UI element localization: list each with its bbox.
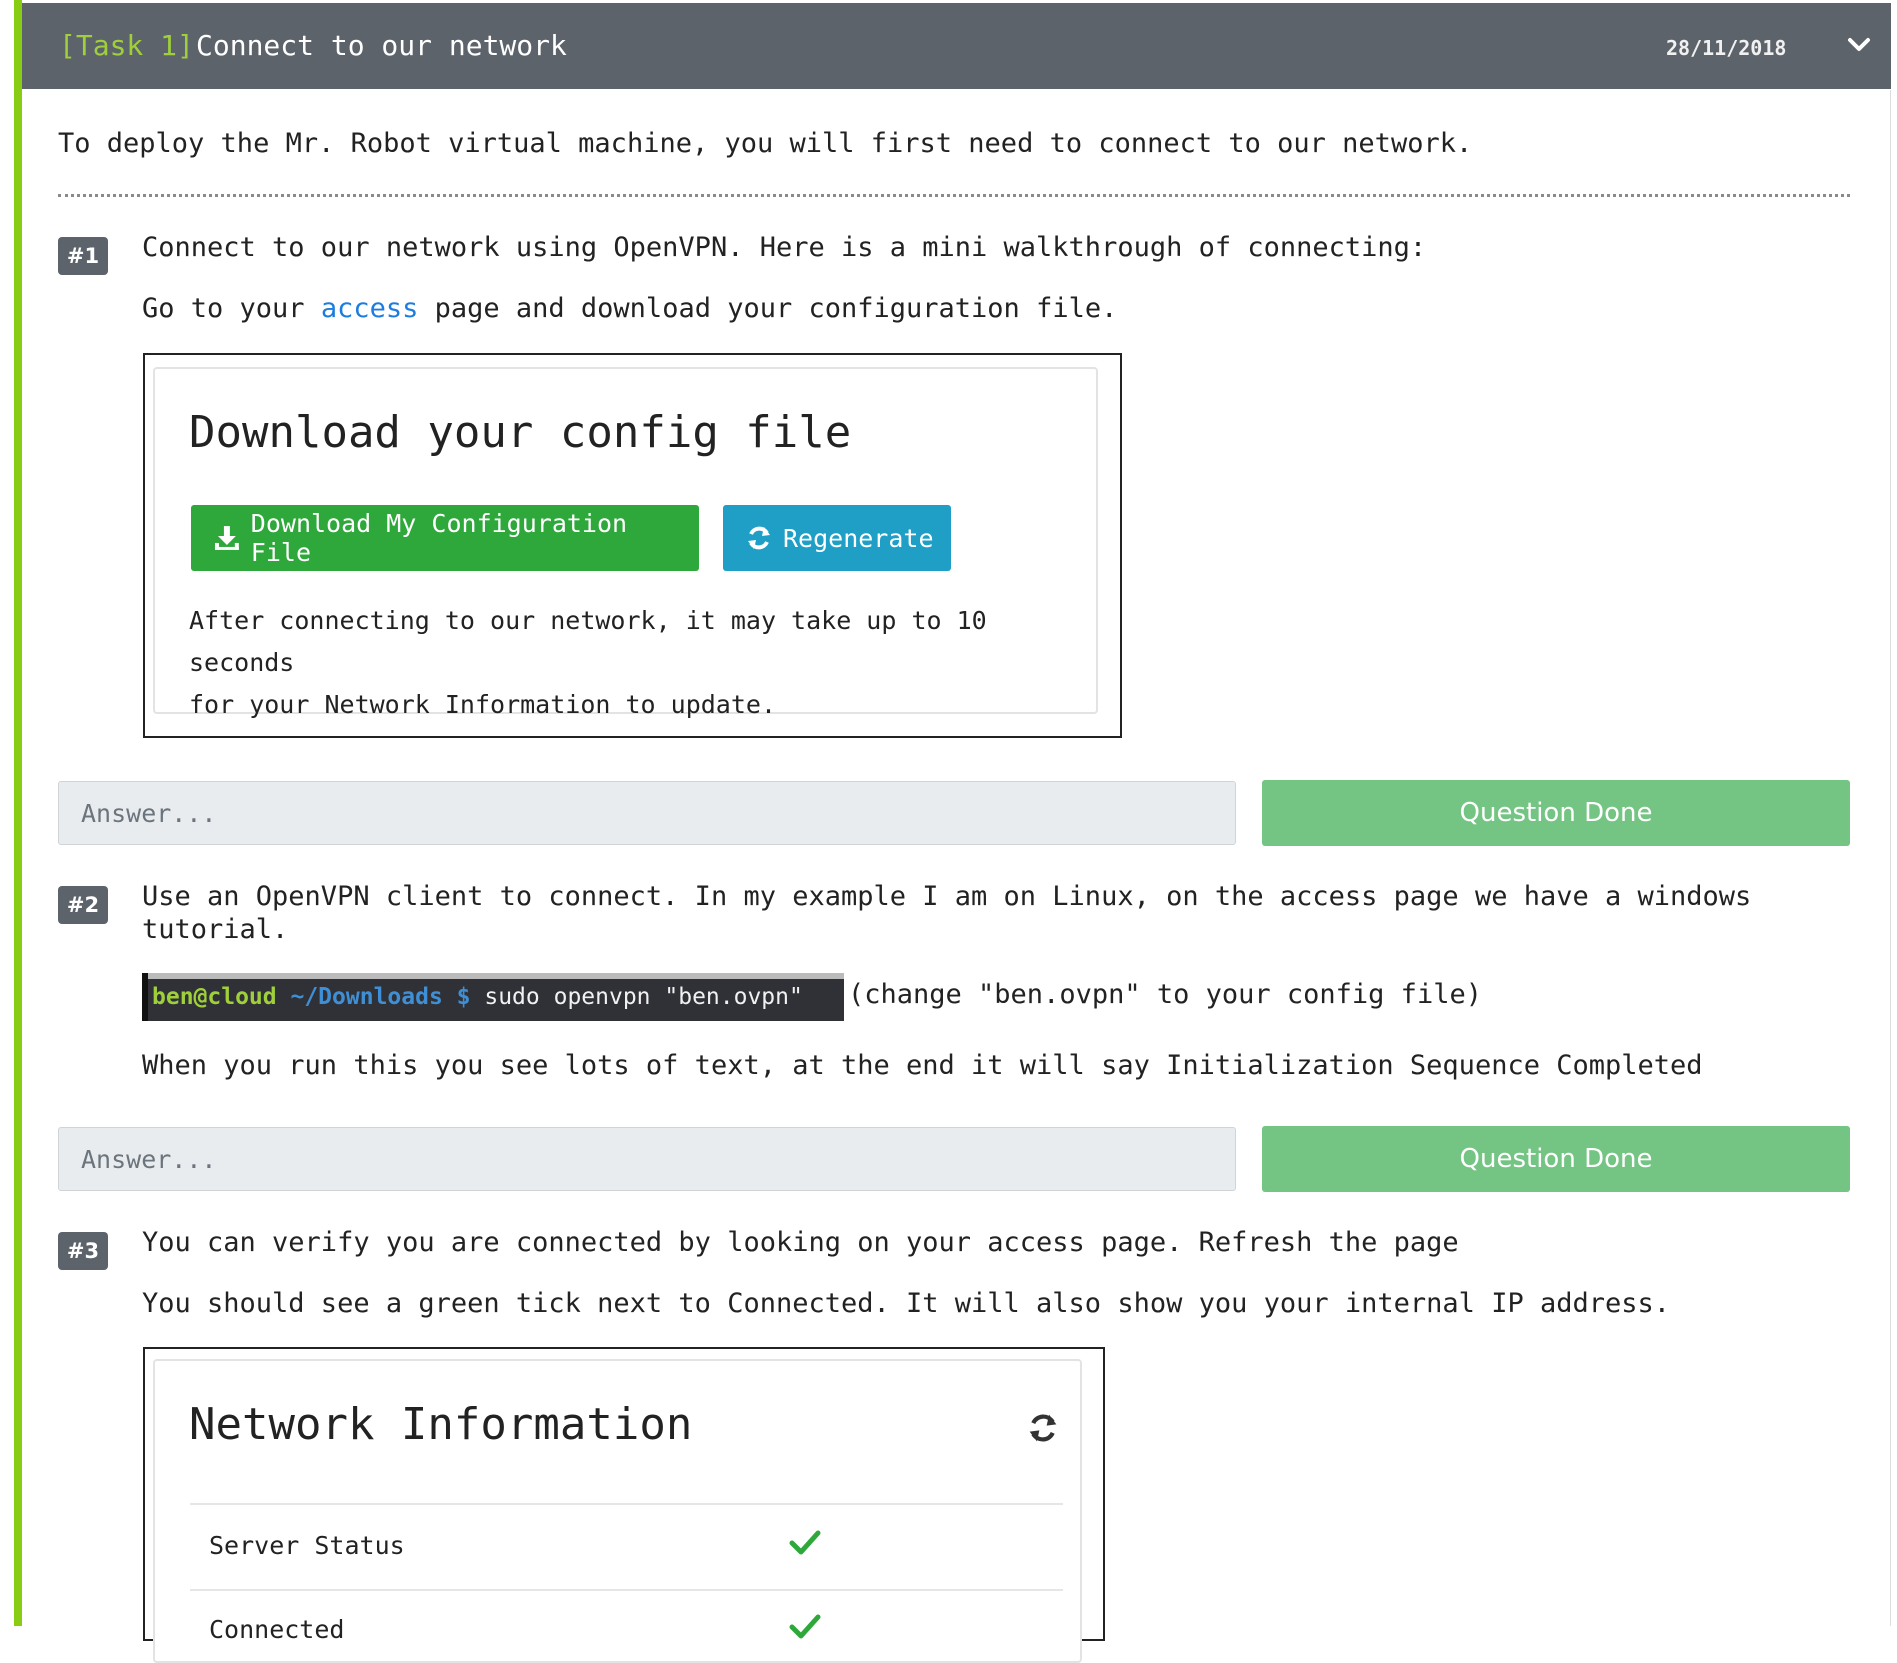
server-status-label: Server Status (209, 1531, 405, 1560)
regenerate-button: Regenerate (723, 505, 951, 571)
question-1-text: Connect to our network using OpenVPN. He… (142, 232, 1427, 263)
question-done-button-2[interactable]: Question Done (1262, 1126, 1850, 1192)
terminal-path: ~/Downloads $ (290, 984, 471, 1010)
task-accent-bar (14, 0, 22, 1626)
refresh-icon (1029, 1414, 1057, 1442)
terminal-command: sudo openvpn "ben.ovpn" (484, 984, 803, 1010)
connected-label: Connected (209, 1615, 345, 1644)
config-card-note-line2: for your Network Information to update. (189, 690, 776, 719)
question-1-line2-before: Go to your (142, 293, 321, 324)
download-config-button: Download My Configuration File (191, 505, 699, 571)
check-icon (789, 1530, 821, 1555)
divider (58, 194, 1850, 197)
question-2-line3: When you run this you see lots of text, … (142, 1050, 1703, 1081)
terminal-top-strip (148, 973, 844, 979)
chevron-down-icon[interactable] (1844, 33, 1874, 57)
panel-border (1890, 90, 1891, 1626)
network-info-title: Network Information (189, 1399, 693, 1450)
question-number-2: #2 (58, 886, 108, 924)
question-1-line2: Go to your access page and download your… (142, 293, 1117, 324)
question-3-line2: You should see a green tick next to Conn… (142, 1288, 1671, 1319)
terminal-user: ben@cloud (152, 984, 277, 1010)
download-config-label: Download My Configuration File (250, 509, 628, 567)
question-2-line1: Use an OpenVPN client to connect. In my … (142, 881, 1752, 912)
answer-input-2[interactable] (58, 1127, 1236, 1191)
config-card-note: After connecting to our network, it may … (189, 600, 1089, 726)
question-1-line2-after: page and download your configuration fil… (418, 293, 1118, 324)
access-link[interactable]: access (321, 293, 419, 324)
task-tag: [Task 1] (59, 29, 194, 62)
check-icon (789, 1614, 821, 1639)
question-2-line2: tutorial. (142, 914, 289, 945)
task-header[interactable]: [Task 1] Connect to our network 28/11/20… (22, 3, 1891, 89)
config-file-screenshot: Download your config file Download My Co… (143, 353, 1122, 738)
terminal-note: (change "ben.ovpn" to your config file) (848, 979, 1482, 1010)
row-divider (190, 1589, 1063, 1591)
question-number-3: #3 (58, 1232, 108, 1270)
regenerate-label: Regenerate (783, 523, 934, 553)
config-card-title: Download your config file (189, 407, 852, 458)
terminal-screenshot: ben@cloud ~/Downloads $ sudo openvpn "be… (142, 973, 844, 1021)
question-done-button-1[interactable]: Question Done (1262, 780, 1850, 846)
question-number-1: #1 (58, 237, 108, 275)
task-date: 28/11/2018 (1666, 36, 1787, 60)
refresh-icon (748, 526, 770, 550)
config-card-note-line1: After connecting to our network, it may … (189, 606, 987, 677)
download-icon (214, 526, 239, 550)
network-info-screenshot: Network Information Server Status Connec… (143, 1347, 1105, 1663)
row-divider (190, 1503, 1063, 1505)
task-title: Connect to our network (196, 29, 567, 62)
question-3-line1: You can verify you are connected by look… (142, 1227, 1459, 1258)
task-intro: To deploy the Mr. Robot virtual machine,… (58, 128, 1473, 159)
answer-input-1[interactable] (58, 781, 1236, 845)
